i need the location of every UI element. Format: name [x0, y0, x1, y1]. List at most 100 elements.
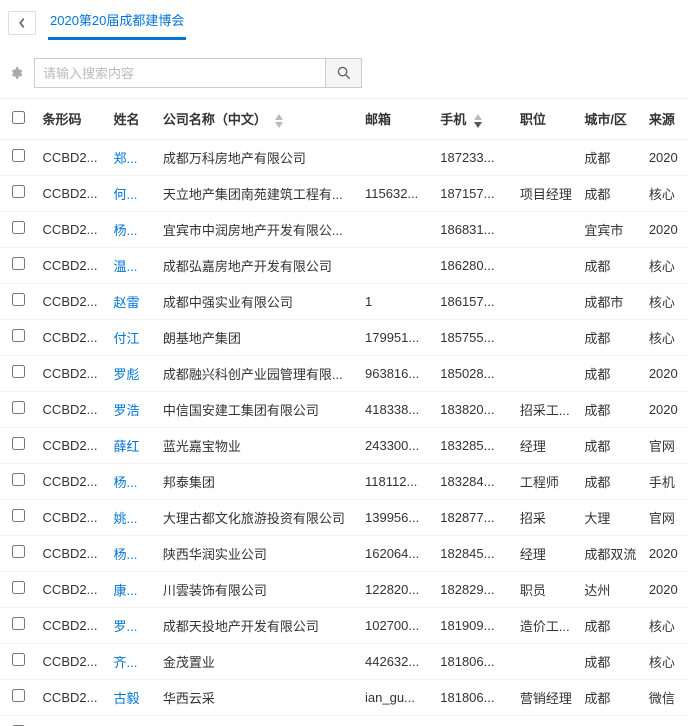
name-link[interactable]: 罗...	[113, 619, 137, 634]
name-link[interactable]: 齐...	[113, 655, 137, 670]
cell-phone: 183284...	[434, 463, 514, 499]
name-link[interactable]: 赵雷	[113, 295, 139, 310]
cell-title: 工程师	[514, 463, 579, 499]
cell-email: 122820...	[359, 571, 434, 607]
col-header-email[interactable]: 邮箱	[359, 99, 434, 140]
chevron-left-icon	[17, 17, 27, 29]
col-header-name[interactable]: 姓名	[107, 99, 156, 140]
cell-barcode: CCBD2...	[37, 247, 108, 283]
col-header-title[interactable]: 职位	[514, 99, 579, 140]
search-button[interactable]	[325, 59, 361, 87]
cell-company: 成都天投地产开发有限公司	[157, 607, 359, 643]
name-link[interactable]: 付江	[113, 331, 139, 346]
table-row: CCBD2...赵雷成都中强实业有限公司1186157...成都市核心	[0, 283, 688, 319]
name-link[interactable]: 古毅	[113, 691, 139, 706]
table-row: CCBD2...康...川雲装饰有限公司122820...182829...职员…	[0, 571, 688, 607]
row-checkbox[interactable]	[12, 401, 25, 414]
cell-company: 成都万科房地产有限公司	[157, 139, 359, 175]
cell-city: 成都	[578, 679, 643, 715]
row-checkbox[interactable]	[12, 545, 25, 558]
col-header-city[interactable]: 城市/区	[578, 99, 643, 140]
cell-email: 418338...	[359, 391, 434, 427]
name-link[interactable]: 杨...	[113, 223, 137, 238]
select-all-checkbox[interactable]	[12, 111, 25, 124]
row-checkbox[interactable]	[12, 437, 25, 450]
row-checkbox[interactable]	[12, 581, 25, 594]
name-link[interactable]: 康...	[113, 583, 137, 598]
cell-source: 核心	[643, 643, 688, 679]
table-row: CCBD2...姚...大理古都文化旅游投资有限公司139956...18287…	[0, 499, 688, 535]
row-checkbox[interactable]	[12, 509, 25, 522]
cell-company: 成都同森集团有限公司	[157, 715, 359, 726]
row-checkbox[interactable]	[12, 293, 25, 306]
cell-city: 达州	[578, 571, 643, 607]
cell-city: 成都市	[578, 283, 643, 319]
table-row: CCBD2...杨亚成都同森集团有限公司-181806...成都	[0, 715, 688, 726]
cell-title	[514, 643, 579, 679]
cell-source: 2020	[643, 211, 688, 247]
cell-barcode: CCBD2...	[37, 175, 108, 211]
row-checkbox[interactable]	[12, 653, 25, 666]
settings-button[interactable]	[8, 65, 24, 81]
name-link[interactable]: 何...	[113, 187, 137, 202]
row-checkbox[interactable]	[12, 149, 25, 162]
row-checkbox[interactable]	[12, 617, 25, 630]
cell-source: 官网	[643, 427, 688, 463]
row-checkbox[interactable]	[12, 329, 25, 342]
row-checkbox[interactable]	[12, 185, 25, 198]
cell-title	[514, 319, 579, 355]
row-checkbox[interactable]	[12, 257, 25, 270]
cell-city: 成都	[578, 607, 643, 643]
row-checkbox[interactable]	[12, 221, 25, 234]
search-input[interactable]	[35, 59, 325, 87]
cell-city: 宜宾市	[578, 211, 643, 247]
row-checkbox[interactable]	[12, 365, 25, 378]
table-row: CCBD2...齐...金茂置业442632...181806...成都核心	[0, 643, 688, 679]
col-header-company[interactable]: 公司名称（中文）	[157, 99, 359, 140]
name-link[interactable]: 温...	[113, 259, 137, 274]
name-link[interactable]: 郑...	[113, 151, 137, 166]
name-link[interactable]: 罗彪	[113, 367, 139, 382]
cell-source: 核心	[643, 319, 688, 355]
cell-title: 经理	[514, 535, 579, 571]
col-header-barcode[interactable]: 条形码	[37, 99, 108, 140]
cell-source: 手机	[643, 463, 688, 499]
table-row: CCBD2...郑...成都万科房地产有限公司187233...成都2020	[0, 139, 688, 175]
cell-barcode: CCBD2...	[37, 283, 108, 319]
name-link[interactable]: 姚...	[113, 511, 137, 526]
cell-phone: 187157...	[434, 175, 514, 211]
cell-title: 职员	[514, 571, 579, 607]
cell-barcode: CCBD2...	[37, 391, 108, 427]
tab-event[interactable]: 2020第20届成都建博会	[48, 6, 186, 40]
name-link[interactable]: 杨...	[113, 475, 137, 490]
name-link[interactable]: 罗浩	[113, 403, 139, 418]
cell-phone: 181909...	[434, 607, 514, 643]
cell-city: 成都	[578, 391, 643, 427]
name-link[interactable]: 薛红	[113, 439, 139, 454]
cell-phone: 183285...	[434, 427, 514, 463]
cell-barcode: CCBD2...	[37, 607, 108, 643]
cell-title: 营销经理	[514, 679, 579, 715]
row-checkbox[interactable]	[12, 689, 25, 702]
row-checkbox[interactable]	[12, 473, 25, 486]
cell-company: 蓝光嘉宝物业	[157, 427, 359, 463]
cell-email	[359, 247, 434, 283]
sort-icon	[275, 113, 283, 129]
search-box	[34, 58, 362, 88]
cell-barcode: CCBD2...	[37, 427, 108, 463]
cell-city: 成都	[578, 319, 643, 355]
col-header-phone[interactable]: 手机	[434, 99, 514, 140]
cell-title	[514, 211, 579, 247]
name-link[interactable]: 杨...	[113, 547, 137, 562]
back-button[interactable]	[8, 11, 36, 35]
cell-title	[514, 355, 579, 391]
cell-city: 成都	[578, 355, 643, 391]
col-header-source[interactable]: 来源	[643, 99, 688, 140]
cell-source: 核心	[643, 175, 688, 211]
cell-email: 1	[359, 283, 434, 319]
cell-phone: 187233...	[434, 139, 514, 175]
cell-city: 大理	[578, 499, 643, 535]
cell-company: 大理古都文化旅游投资有限公司	[157, 499, 359, 535]
cell-title: 招采	[514, 499, 579, 535]
table-row: CCBD2...何...天立地产集团南苑建筑工程有...115632...187…	[0, 175, 688, 211]
